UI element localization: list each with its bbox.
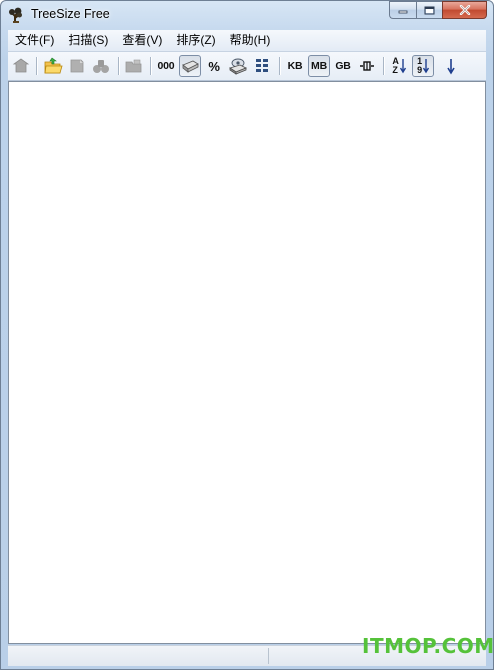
- toolbar: 000 % KB MB GB A Z 1 9: [8, 52, 486, 81]
- title-bar[interactable]: TreeSize Free: [1, 1, 493, 30]
- auto-unit-icon: [360, 61, 374, 71]
- file-count-label: 000: [157, 60, 175, 72]
- details-view-button[interactable]: [251, 55, 273, 77]
- app-window: TreeSize Free 文件(F) 扫描(S) 查看(V) 排序(Z) 帮助…: [0, 0, 494, 670]
- save-button[interactable]: [66, 55, 88, 77]
- show-percent-button[interactable]: %: [203, 55, 225, 77]
- folder-properties-button[interactable]: [123, 55, 145, 77]
- minimize-icon: [398, 10, 408, 14]
- toolbar-separator: [150, 57, 152, 75]
- toolbar-separator: [118, 57, 120, 75]
- window-title: TreeSize Free: [31, 7, 110, 21]
- sort-by-name-button[interactable]: A Z: [388, 55, 410, 77]
- sort-by-size-button[interactable]: 1 9: [412, 55, 434, 77]
- menu-bar: 文件(F) 扫描(S) 查看(V) 排序(Z) 帮助(H): [8, 30, 486, 52]
- minimize-button[interactable]: [389, 1, 416, 19]
- caption-buttons: [389, 1, 487, 20]
- disk-drive-icon: [182, 60, 199, 73]
- binoculars-icon: [93, 60, 109, 73]
- percent-label: %: [208, 58, 220, 74]
- maximize-icon: [424, 6, 435, 14]
- show-file-count-button[interactable]: 000: [155, 55, 177, 77]
- menu-sort[interactable]: 排序(Z): [169, 31, 222, 50]
- menu-scan[interactable]: 扫描(S): [61, 31, 115, 50]
- sort-az-letters: A Z: [392, 57, 399, 75]
- close-icon: [459, 5, 470, 15]
- gb-label: GB: [335, 60, 351, 72]
- explorer-button[interactable]: [90, 55, 112, 77]
- auto-unit-button[interactable]: [356, 55, 378, 77]
- show-size-button[interactable]: [179, 55, 201, 77]
- status-pane-left: [8, 648, 269, 664]
- sort-az-bottom: Z: [392, 65, 398, 75]
- menu-view[interactable]: 查看(V): [115, 31, 169, 50]
- unit-mb-button[interactable]: MB: [308, 55, 330, 77]
- close-button[interactable]: [442, 1, 487, 19]
- gray-folder-icon: [125, 59, 142, 73]
- menu-help[interactable]: 帮助(H): [223, 31, 278, 50]
- open-folder-icon: [44, 57, 63, 74]
- watermark: ITMOP.COM: [362, 634, 494, 658]
- unit-kb-button[interactable]: KB: [284, 55, 306, 77]
- sort-down-arrow-icon: [399, 59, 406, 74]
- down-arrow-icon: [447, 59, 455, 75]
- folder-tree-view[interactable]: [8, 81, 486, 644]
- mb-label: MB: [311, 60, 327, 72]
- show-allocated-space-button[interactable]: [227, 55, 249, 77]
- maximize-button[interactable]: [416, 1, 442, 19]
- sort-descending-button[interactable]: [440, 55, 462, 77]
- treesize-app-icon: [9, 7, 22, 23]
- unit-gb-button[interactable]: GB: [332, 55, 354, 77]
- toolbar-separator: [279, 57, 281, 75]
- drive-stack-icon: [229, 58, 247, 75]
- save-icon: [70, 59, 84, 73]
- scan-folder-button[interactable]: [42, 55, 64, 77]
- up-folder-button[interactable]: [10, 55, 32, 77]
- sort-num-bottom: 9: [417, 65, 422, 75]
- menu-file[interactable]: 文件(F): [8, 31, 61, 50]
- toolbar-separator: [36, 57, 38, 75]
- sort-down-arrow-icon: [422, 59, 429, 74]
- toolbar-separator: [383, 57, 385, 75]
- kb-label: KB: [287, 60, 303, 72]
- grid-list-icon: [256, 59, 268, 72]
- sort-num-digits: 1 9: [417, 57, 422, 75]
- up-folder-icon: [12, 58, 30, 73]
